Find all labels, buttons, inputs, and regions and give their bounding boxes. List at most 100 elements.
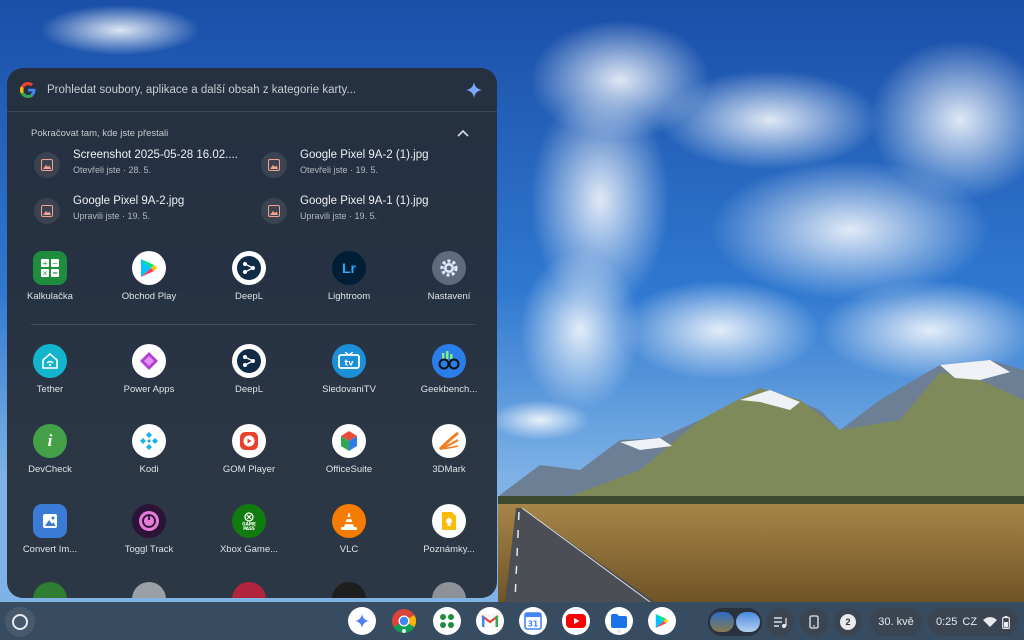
app-icon-partial[interactable] [33,582,67,598]
svg-text:PASS: PASS [243,526,255,531]
app-icon-partial[interactable] [332,582,366,598]
time-text: 0:25 [935,616,958,628]
recent-file-name: Google Pixel 9A-2 (1).jpg [300,149,429,161]
app-toggl-track[interactable]: Toggl Track [106,504,192,566]
app-label: DeepL [235,384,263,395]
notification-counter[interactable]: 2 [834,608,862,636]
app-nastaveni[interactable]: Nastavení [406,251,492,313]
play-store-icon [132,251,166,285]
app-poznamky[interactable]: Poznámky... [406,504,492,566]
app-icon-partial[interactable] [232,582,266,598]
recent-file-meta: Otevřeli jste · 19. 5. [300,165,379,175]
app-grid-icon [440,614,454,628]
devcheck-icon: i [33,424,67,458]
app-icon-partial[interactable] [432,582,466,598]
convert-image-icon [33,504,67,538]
app-power-apps[interactable]: Power Apps [106,344,192,406]
keyboard-layout: CZ [962,616,978,628]
calculator-icon: + − × = [33,251,67,285]
app-kalkulacka[interactable]: + − × = Kalkulačka [7,251,93,313]
app-xbox-game-pass[interactable]: GAME PASS Xbox Game... [206,504,292,566]
app-obchod-play[interactable]: Obchod Play [106,251,192,313]
deepl-icon [232,251,266,285]
sledovanitv-icon: tv [332,344,366,378]
officesuite-icon [332,424,366,458]
geekbench-icon [432,344,466,378]
shelf-app-grid[interactable] [433,607,461,635]
xbox-game-pass-icon: GAME PASS [232,504,266,538]
shelf-app-calendar[interactable]: 31 [519,607,547,635]
shelf-app-gmail[interactable] [476,607,504,635]
phone-hub-button[interactable] [800,608,828,636]
recent-file-item[interactable]: Google Pixel 9A-2 (1).jpg Otevřeli jste … [261,148,481,182]
app-label: Toggl Track [124,544,174,555]
app-icon-partial[interactable] [132,582,166,598]
recent-file-item[interactable]: Screenshot 2025-05-28 16.02.... Otevřeli… [34,148,254,182]
shelf-app-youtube[interactable] [562,607,590,635]
shelf-app-chrome[interactable] [390,607,418,635]
window-thumbnail-pill[interactable] [708,608,762,636]
recent-file-item[interactable]: Google Pixel 9A-2.jpg Upravili jste · 19… [34,194,254,228]
wifi-icon [983,617,998,627]
continue-section-title: Pokračovat tam, kde jste přestali [31,128,169,139]
svg-text:+: + [42,260,48,268]
shelf: 31 2 30. kvě 0:25 CZ [0,602,1024,640]
app-label: Kalkulačka [27,291,73,302]
gemini-icon [354,613,370,629]
app-deepl[interactable]: DeepL [206,251,292,313]
app-label: Nastavení [427,291,471,302]
settings-icon [432,251,466,285]
app-tether[interactable]: Tether [7,344,93,406]
svg-text:−: − [52,260,58,268]
app-deepl[interactable]: DeepL [206,344,292,406]
app-sledovanitv[interactable]: tv SledovaniTV [306,344,392,406]
youtube-icon [566,614,586,628]
status-area[interactable]: 0:25 CZ [928,608,1018,636]
app-officesuite[interactable]: OfficeSuite [306,424,392,486]
launcher-button[interactable] [5,607,35,637]
app-lightroom[interactable]: Lr Lightroom [306,251,392,313]
image-file-icon [261,198,287,224]
app-label: Xbox Game... [219,544,279,555]
date-text: 30. kvě [878,616,914,628]
app-label: Convert Im... [22,544,78,555]
chevron-up-icon[interactable] [455,126,471,142]
recent-file-name: Google Pixel 9A-2.jpg [73,195,185,207]
recent-file-item[interactable]: Google Pixel 9A-1 (1).jpg Upravili jste … [261,194,481,228]
app-kodi[interactable]: Kodi [106,424,192,486]
kodi-icon [132,424,166,458]
app-label: DeepL [235,291,263,302]
play-store-icon [655,614,669,628]
battery-icon [1002,615,1010,629]
power-apps-icon [132,344,166,378]
app-label: Obchod Play [121,291,177,302]
app-label: Tether [36,384,64,395]
google-icon [20,82,36,98]
app-label: OfficeSuite [325,464,373,475]
app-label: Kodi [139,464,159,475]
deepl-icon [232,344,266,378]
recent-file-meta: Upravili jste · 19. 5. [300,211,378,221]
window-thumbnail [710,612,734,632]
app-3dmark[interactable]: 3DMark [406,424,492,486]
shelf-app-gemini[interactable] [348,607,376,635]
launcher-search-bar[interactable] [7,68,497,112]
shelf-app-play-store[interactable] [648,607,676,635]
date-button[interactable]: 30. kvě [870,608,922,636]
app-devcheck[interactable]: i DevCheck [7,424,93,486]
app-launcher: Pokračovat tam, kde jste přestali Screen… [7,68,497,598]
app-label: Power Apps [123,384,175,395]
launcher-search-input[interactable] [47,80,457,100]
app-vlc[interactable]: VLC [306,504,392,566]
svg-text:31: 31 [528,620,538,629]
app-geekbench[interactable]: Geekbench... [406,344,492,406]
launcher-divider [31,324,475,325]
app-convert-image[interactable]: Convert Im... [7,504,93,566]
app-gom-player[interactable]: GOM Player [206,424,292,486]
shelf-app-files[interactable] [605,607,633,635]
recent-file-meta: Otevřeli jste · 28. 5. [73,165,152,175]
notes-icon [432,504,466,538]
media-controls-button[interactable] [766,608,794,636]
files-icon [611,614,627,628]
gemini-sparkle-icon[interactable] [465,81,483,99]
